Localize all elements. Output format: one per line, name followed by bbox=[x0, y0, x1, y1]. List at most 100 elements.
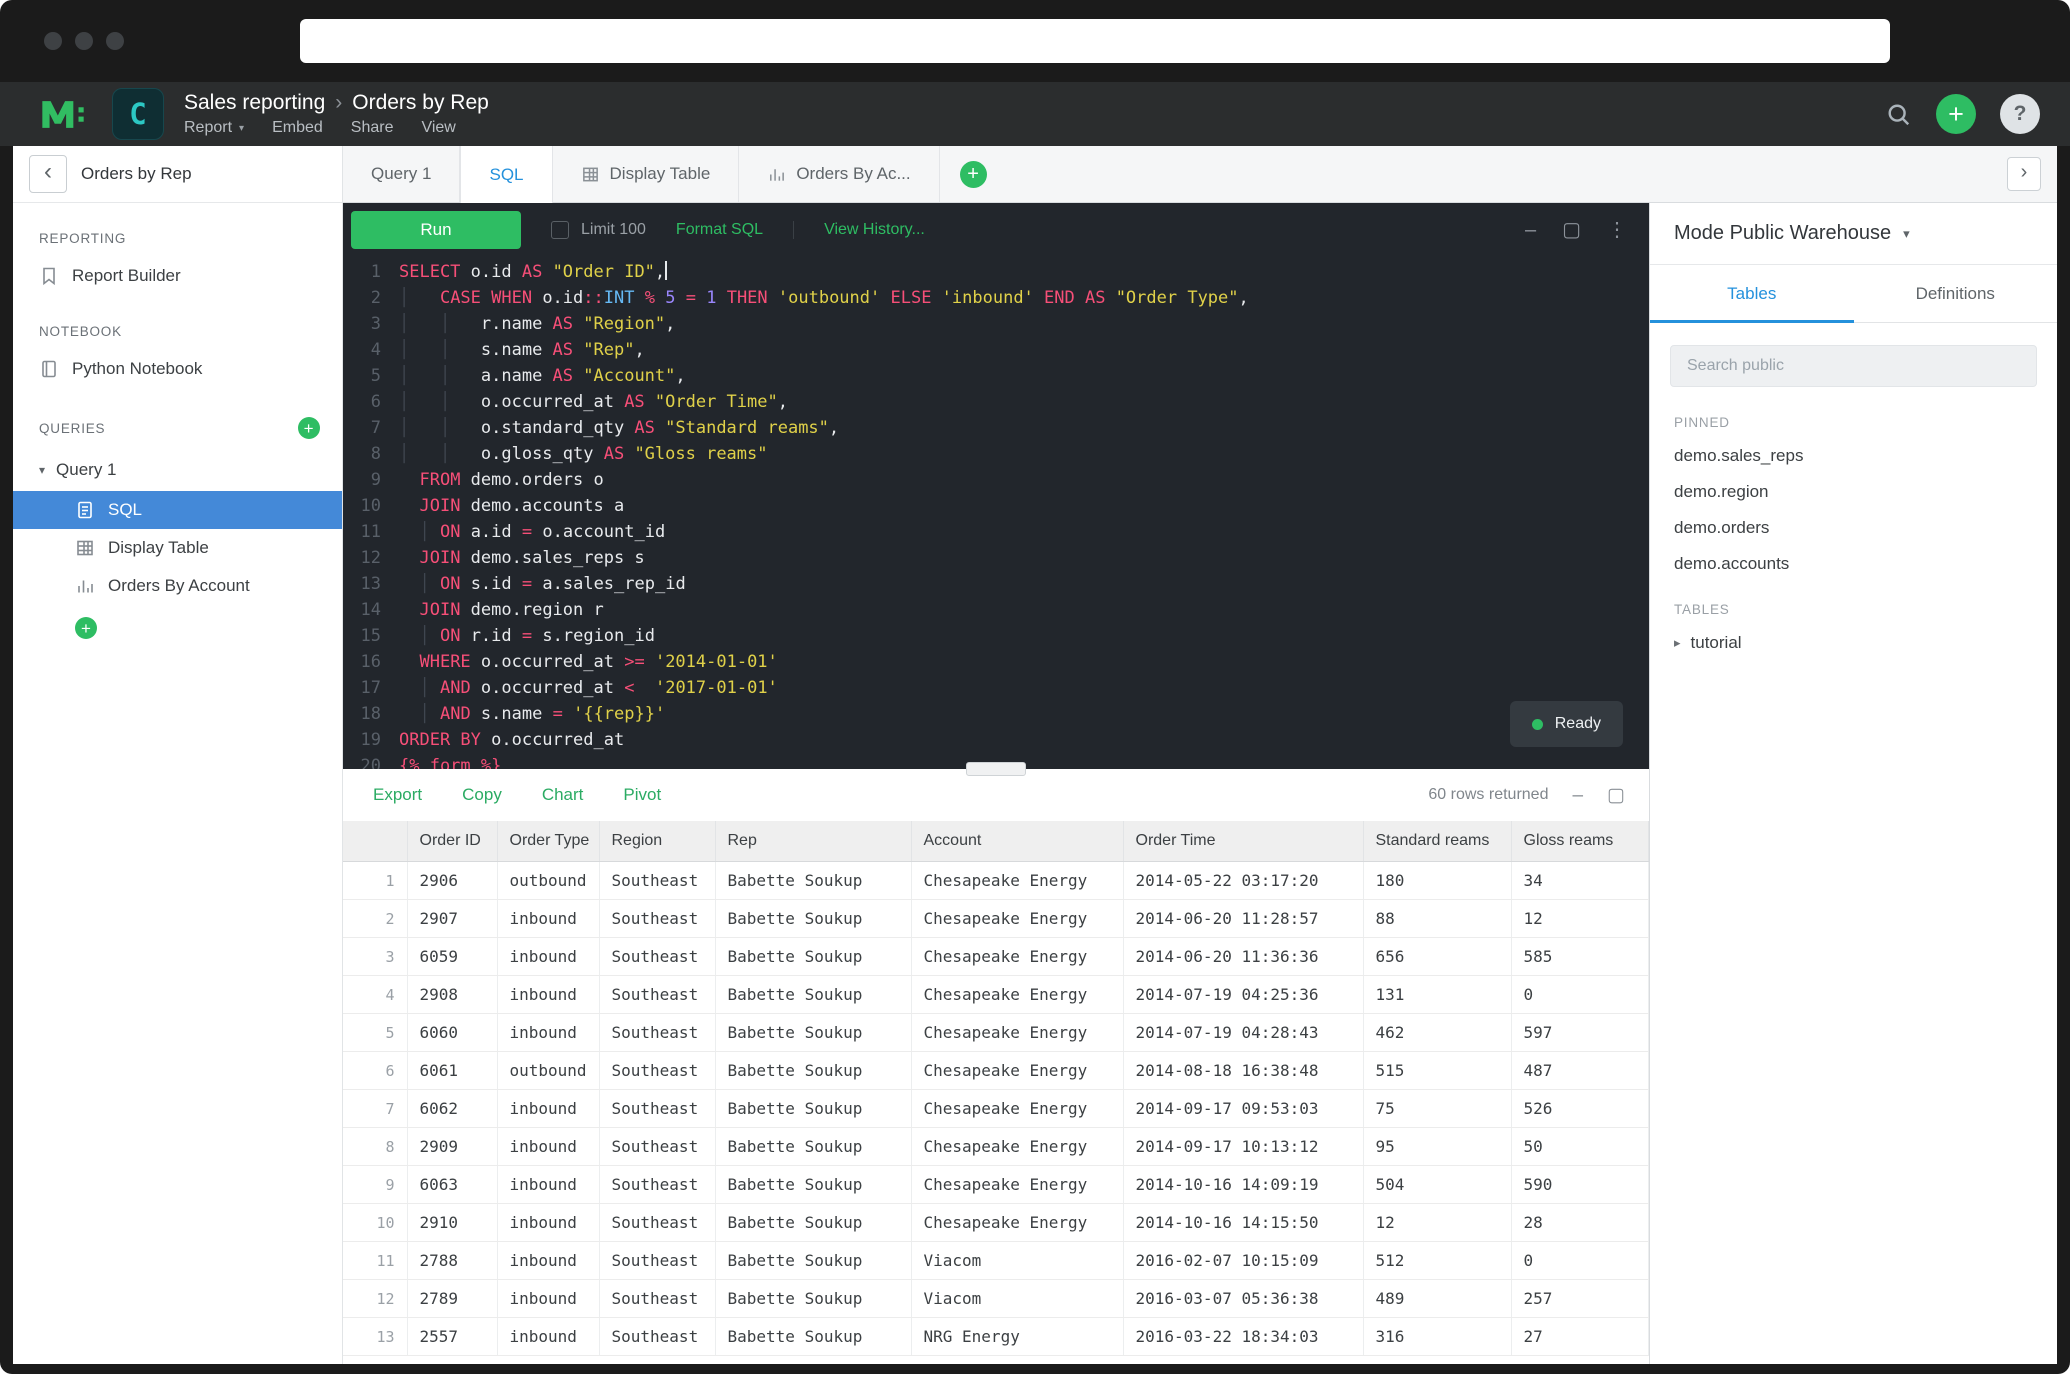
table-row[interactable]: 82909inboundSoutheastBabette SoukupChesa… bbox=[343, 1128, 1649, 1166]
menu-embed[interactable]: Embed bbox=[272, 119, 323, 137]
code-line[interactable]: 8│ │ o.gloss_qty AS "Gloss reams" bbox=[343, 441, 1649, 467]
address-bar[interactable] bbox=[300, 19, 1890, 63]
sidebar-item-sql[interactable]: SQL bbox=[13, 491, 342, 529]
tab-orders-by-account[interactable]: Orders By Ac... bbox=[739, 146, 939, 202]
collapse-sidebar-button[interactable]: ‹ bbox=[29, 155, 67, 193]
table-row[interactable]: 102910inboundSoutheastBabette SoukupChes… bbox=[343, 1204, 1649, 1242]
add-tab-button[interactable]: + bbox=[960, 161, 987, 188]
code-line[interactable]: 12 JOIN demo.sales_reps s bbox=[343, 545, 1649, 571]
mode-logo-icon[interactable] bbox=[40, 99, 86, 130]
add-button[interactable]: + bbox=[1936, 94, 1976, 134]
copy-button[interactable]: Copy bbox=[462, 785, 502, 805]
code-line[interactable]: 4│ │ s.name AS "Rep", bbox=[343, 337, 1649, 363]
table-row[interactable]: 42908inboundSoutheastBabette SoukupChesa… bbox=[343, 976, 1649, 1014]
editor-menu-icon[interactable]: ⋮ bbox=[1607, 220, 1627, 240]
code-line[interactable]: 9 FROM demo.orders o bbox=[343, 467, 1649, 493]
code-line[interactable]: 15 │ ON r.id = s.region_id bbox=[343, 623, 1649, 649]
pinned-table-item[interactable]: demo.orders bbox=[1650, 510, 2057, 546]
tab-query1[interactable]: Query 1 bbox=[343, 146, 460, 202]
pinned-table-item[interactable]: demo.region bbox=[1650, 474, 2057, 510]
format-sql-button[interactable]: Format SQL bbox=[676, 221, 763, 239]
row-number: 10 bbox=[343, 1204, 407, 1242]
sidebar-item-python-notebook[interactable]: Python Notebook bbox=[13, 349, 342, 389]
sidebar-item-orders-by-account[interactable]: Orders By Account bbox=[13, 567, 342, 605]
sidebar-item-label: Python Notebook bbox=[72, 359, 202, 379]
limit-checkbox[interactable] bbox=[551, 221, 569, 239]
code-line[interactable]: 13 │ ON s.id = a.sales_rep_id bbox=[343, 571, 1649, 597]
chart-button[interactable]: Chart bbox=[542, 785, 584, 805]
add-query-button[interactable]: + bbox=[298, 417, 320, 439]
maximize-results-icon[interactable]: ▢ bbox=[1607, 786, 1625, 805]
menu-view[interactable]: View bbox=[421, 119, 455, 137]
table-row[interactable]: 122789inboundSoutheastBabette SoukupViac… bbox=[343, 1280, 1649, 1318]
table-row[interactable]: 56060inboundSoutheastBabette SoukupChesa… bbox=[343, 1014, 1649, 1052]
run-button[interactable]: Run bbox=[351, 211, 521, 249]
code-line[interactable]: 14 JOIN demo.region r bbox=[343, 597, 1649, 623]
cell: 2014-09-17 09:53:03 bbox=[1123, 1090, 1363, 1128]
section-queries: QUERIES + bbox=[39, 417, 320, 439]
pinned-table-item[interactable]: demo.sales_reps bbox=[1650, 438, 2057, 474]
pivot-button[interactable]: Pivot bbox=[623, 785, 661, 805]
code-line[interactable]: 6│ │ o.occurred_at AS "Order Time", bbox=[343, 389, 1649, 415]
report-app-icon[interactable]: C bbox=[112, 88, 164, 140]
sql-code[interactable]: 1SELECT o.id AS "Order ID",2│ CASE WHEN … bbox=[343, 257, 1649, 769]
menu-share[interactable]: Share bbox=[351, 119, 394, 137]
table-row[interactable]: 76062inboundSoutheastBabette SoukupChesa… bbox=[343, 1090, 1649, 1128]
tab-tables[interactable]: Tables bbox=[1650, 265, 1854, 322]
view-history-button[interactable]: View History... bbox=[793, 221, 925, 239]
window-zoom-button[interactable] bbox=[106, 32, 124, 50]
code-line[interactable]: 16 WHERE o.occurred_at >= '2014-01-01' bbox=[343, 649, 1649, 675]
pinned-table-item[interactable]: demo.accounts bbox=[1650, 546, 2057, 582]
tab-sql[interactable]: SQL bbox=[460, 146, 552, 203]
sidebar-item-display-table[interactable]: Display Table bbox=[13, 529, 342, 567]
table-row[interactable]: 22907inboundSoutheastBabette SoukupChesa… bbox=[343, 900, 1649, 938]
tab-definitions[interactable]: Definitions bbox=[1854, 265, 2058, 322]
minimize-results-icon[interactable]: – bbox=[1572, 786, 1583, 805]
table-row[interactable]: 36059inboundSoutheastBabette SoukupChesa… bbox=[343, 938, 1649, 976]
menu-report[interactable]: Report▾ bbox=[184, 119, 244, 137]
results-panel: Export Copy Chart Pivot 60 rows returned… bbox=[343, 769, 1649, 1364]
tab-display-table[interactable]: Display Table bbox=[553, 146, 740, 202]
window-minimize-button[interactable] bbox=[75, 32, 93, 50]
resize-handle[interactable] bbox=[966, 762, 1026, 776]
sidebar-item-query1[interactable]: ▾ Query 1 bbox=[13, 449, 342, 491]
maximize-editor-icon[interactable]: ▢ bbox=[1562, 220, 1581, 240]
help-button[interactable]: ? bbox=[2000, 94, 2040, 134]
column-header[interactable]: Account bbox=[911, 821, 1123, 862]
code-line[interactable]: 19ORDER BY o.occurred_at bbox=[343, 727, 1649, 753]
column-header[interactable]: Order Time bbox=[1123, 821, 1363, 862]
add-chart-button[interactable]: + bbox=[75, 617, 97, 639]
code-line[interactable]: 2│ CASE WHEN o.id::INT % 5 = 1 THEN 'out… bbox=[343, 285, 1649, 311]
table-row[interactable]: 66061outboundSoutheastBabette SoukupChes… bbox=[343, 1052, 1649, 1090]
code-line[interactable]: 11 │ ON a.id = o.account_id bbox=[343, 519, 1649, 545]
code-line[interactable]: 1SELECT o.id AS "Order ID", bbox=[343, 259, 1649, 285]
table-row[interactable]: 12906outboundSoutheastBabette SoukupChes… bbox=[343, 862, 1649, 900]
export-button[interactable]: Export bbox=[373, 785, 422, 805]
table-row[interactable]: 112788inboundSoutheastBabette SoukupViac… bbox=[343, 1242, 1649, 1280]
tables-label: TABLES bbox=[1674, 602, 2033, 617]
column-header[interactable]: Rep bbox=[715, 821, 911, 862]
code-line[interactable]: 18 │ AND s.name = '{{rep}}' bbox=[343, 701, 1649, 727]
code-line[interactable]: 5│ │ a.name AS "Account", bbox=[343, 363, 1649, 389]
column-header[interactable]: Gloss reams bbox=[1511, 821, 1649, 862]
table-row[interactable]: 96063inboundSoutheastBabette SoukupChesa… bbox=[343, 1166, 1649, 1204]
column-header[interactable]: Standard reams bbox=[1363, 821, 1511, 862]
code-line[interactable]: 17 │ AND o.occurred_at < '2017-01-01' bbox=[343, 675, 1649, 701]
sidebar-item-report-builder[interactable]: Report Builder bbox=[13, 256, 342, 296]
collapse-panel-button[interactable]: › bbox=[2007, 157, 2041, 191]
code-line[interactable]: 10 JOIN demo.accounts a bbox=[343, 493, 1649, 519]
minimize-editor-icon[interactable]: – bbox=[1525, 220, 1536, 240]
code-line[interactable]: 7│ │ o.standard_qty AS "Standard reams", bbox=[343, 415, 1649, 441]
warehouse-selector[interactable]: Mode Public Warehouse ▾ bbox=[1650, 203, 2057, 265]
column-header[interactable]: Order Type bbox=[497, 821, 599, 862]
column-header[interactable]: Region bbox=[599, 821, 715, 862]
schema-search-input[interactable] bbox=[1685, 356, 2022, 376]
window-close-button[interactable] bbox=[44, 32, 62, 50]
results-table-container[interactable]: Order IDOrder TypeRegionRepAccountOrder … bbox=[343, 821, 1649, 1364]
schema-table-item[interactable]: ▸tutorial bbox=[1650, 625, 2057, 661]
row-number: 12 bbox=[343, 1280, 407, 1318]
code-line[interactable]: 3│ │ r.name AS "Region", bbox=[343, 311, 1649, 337]
search-icon[interactable] bbox=[1885, 101, 1912, 128]
column-header[interactable]: Order ID bbox=[407, 821, 497, 862]
table-row[interactable]: 132557inboundSoutheastBabette SoukupNRG … bbox=[343, 1318, 1649, 1356]
